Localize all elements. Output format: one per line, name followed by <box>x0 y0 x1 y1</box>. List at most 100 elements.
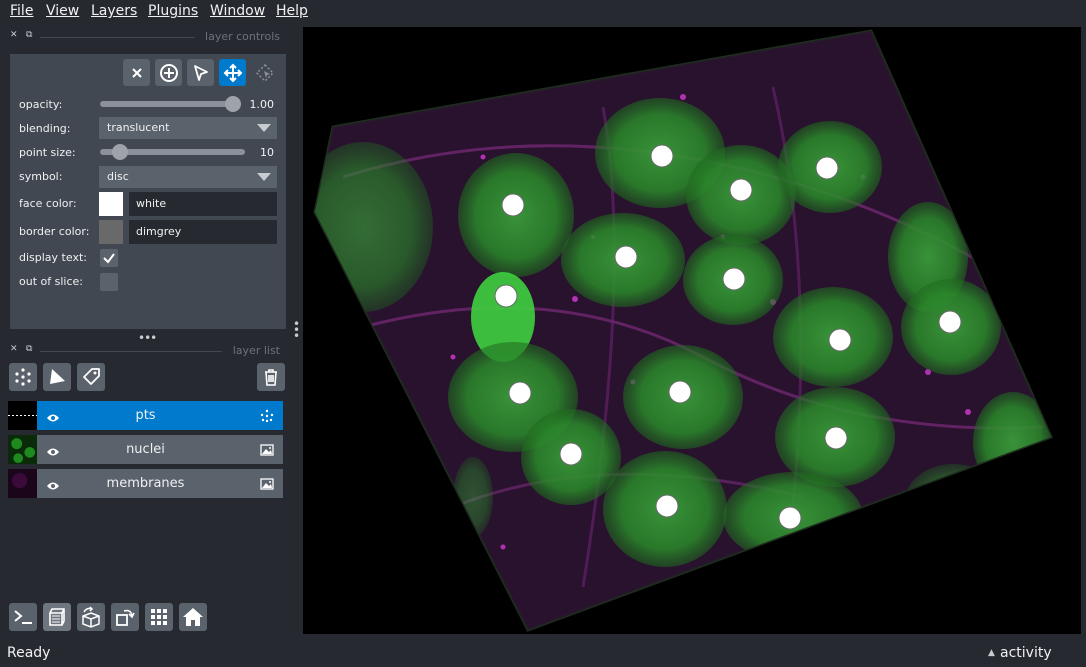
out-of-slice-checkbox[interactable] <box>100 273 118 291</box>
menu-layers[interactable]: Layers <box>91 3 137 19</box>
console-button[interactable] <box>9 603 37 631</box>
grid-icon <box>151 609 167 625</box>
home-icon <box>183 608 203 626</box>
splitter-handle-vertical[interactable]: • • • <box>293 318 300 342</box>
close-dock-icon[interactable]: ✕ <box>10 30 18 40</box>
close-dock-icon[interactable]: ✕ <box>10 344 18 354</box>
viewer-canvas[interactable] <box>303 27 1081 634</box>
transform-icon <box>255 63 274 82</box>
splitter-handle-horizontal[interactable]: ••• <box>138 331 157 345</box>
symbol-dropdown[interactable]: disc <box>99 166 277 188</box>
face-color-value: white <box>136 197 167 210</box>
volume-render <box>313 29 1054 632</box>
transform-button[interactable] <box>251 59 278 86</box>
layer-row-nuclei[interactable]: nuclei <box>8 435 283 464</box>
layer-list-title: layer list <box>232 344 280 357</box>
point-marker[interactable] <box>722 267 746 291</box>
border-color-input[interactable]: dimgrey <box>129 220 277 244</box>
points-thumbnail-dots <box>8 415 37 416</box>
select-points-icon <box>193 64 208 81</box>
point-marker[interactable] <box>729 178 753 202</box>
layer-row-membranes[interactable]: membranes <box>8 469 283 498</box>
chevron-up-icon: ▲ <box>988 648 995 658</box>
point-marker[interactable] <box>824 426 848 450</box>
transpose-icon <box>116 609 135 626</box>
layer-row-pts[interactable]: pts <box>8 401 283 430</box>
layer-list-header: ✕ ⧉ layer list <box>8 344 280 358</box>
menu-view[interactable]: View <box>46 3 79 19</box>
point-size-value: 10 <box>260 146 274 159</box>
console-icon <box>14 610 32 624</box>
point-marker[interactable] <box>508 381 532 405</box>
transpose-dims-button[interactable] <box>111 603 139 631</box>
menu-file[interactable]: File <box>10 3 33 19</box>
menu-plugins[interactable]: Plugins <box>148 3 198 19</box>
point-marker[interactable] <box>668 380 692 404</box>
close-icon <box>131 67 142 78</box>
roll-dims-button[interactable] <box>77 603 105 631</box>
image-layer-type-icon <box>260 476 274 495</box>
float-dock-icon[interactable]: ⧉ <box>26 30 32 40</box>
opacity-slider[interactable] <box>100 101 240 107</box>
opacity-label: opacity: <box>19 98 63 111</box>
menu-window[interactable]: Window <box>210 3 265 19</box>
point-size-label: point size: <box>19 146 76 159</box>
symbol-label: symbol: <box>19 170 63 183</box>
status-text: Ready <box>7 645 51 661</box>
delete-layer-button[interactable] <box>257 363 285 391</box>
display-text-label: display text: <box>19 251 87 264</box>
header-divider <box>40 351 222 352</box>
blending-dropdown[interactable]: translucent <box>99 117 277 139</box>
image-type-shape <box>260 478 274 490</box>
activity-button[interactable]: activity <box>1000 645 1052 661</box>
menu-help[interactable]: Help <box>276 3 308 19</box>
symbol-value: disc <box>107 170 129 183</box>
new-labels-layer-button[interactable] <box>77 363 105 391</box>
delete-selected-button[interactable] <box>123 59 150 86</box>
layer-controls-header: ✕ ⧉ layer controls <box>8 30 280 44</box>
new-points-icon <box>15 368 31 386</box>
pan-zoom-button[interactable] <box>219 59 246 86</box>
layer-thumbnail-nuclei <box>8 435 37 464</box>
point-marker[interactable] <box>650 144 674 168</box>
points-layer-type-icon <box>260 408 274 427</box>
point-marker[interactable] <box>938 310 962 334</box>
new-points-layer-button[interactable] <box>9 363 37 391</box>
ndisplay-icon <box>49 608 65 626</box>
point-marker[interactable] <box>614 245 638 269</box>
grid-view-button[interactable] <box>145 603 173 631</box>
float-dock-icon[interactable]: ⧉ <box>26 344 32 354</box>
layer-name-nuclei: nuclei <box>126 442 165 457</box>
point-marker[interactable] <box>494 284 518 308</box>
layer-controls-panel: opacity: 1.00 blending: translucent poin… <box>10 54 286 329</box>
new-shapes-icon <box>50 369 65 384</box>
ndisplay-button[interactable] <box>43 603 71 631</box>
menu-plugins-label: Plugins <box>148 3 199 19</box>
layer-controls-title: layer controls <box>205 30 280 43</box>
face-color-input[interactable]: white <box>129 192 277 216</box>
point-marker[interactable] <box>778 506 802 530</box>
point-size-slider-handle[interactable] <box>112 144 128 160</box>
chevron-down-icon <box>257 124 271 132</box>
point-marker[interactable] <box>501 193 525 217</box>
image-layer-type-icon <box>260 442 274 461</box>
home-button[interactable] <box>179 603 207 631</box>
border-color-swatch[interactable] <box>99 220 123 244</box>
layer-thumbnail-membranes <box>8 469 37 498</box>
header-divider <box>40 37 195 38</box>
layer-thumbnail-pts <box>8 401 37 430</box>
chevron-down-icon <box>257 173 271 181</box>
point-marker[interactable] <box>828 328 852 352</box>
new-shapes-layer-button[interactable] <box>43 363 71 391</box>
blending-label: blending: <box>19 122 71 135</box>
out-of-slice-label: out of slice: <box>19 275 83 288</box>
select-points-button[interactable] <box>187 59 214 86</box>
menu-help-label: Help <box>276 3 308 19</box>
point-marker[interactable] <box>815 156 839 180</box>
face-color-swatch[interactable] <box>99 192 123 216</box>
point-marker[interactable] <box>655 494 679 518</box>
point-marker[interactable] <box>559 442 583 466</box>
display-text-checkbox[interactable] <box>100 249 118 267</box>
add-points-button[interactable] <box>155 59 182 86</box>
image-type-shape <box>260 444 274 456</box>
